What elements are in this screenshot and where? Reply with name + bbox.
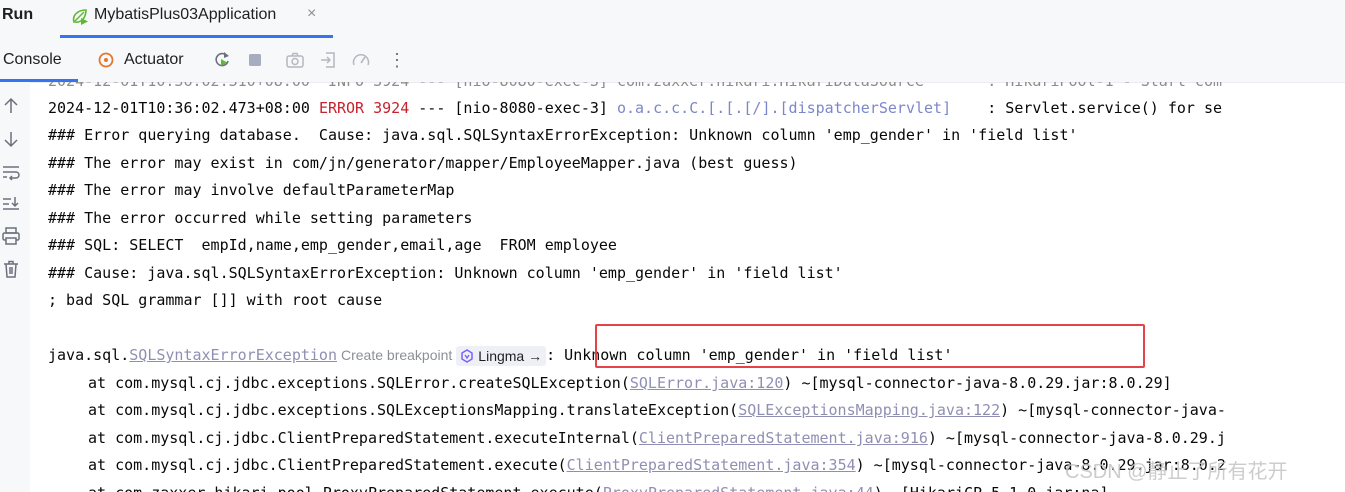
stack-frame-link[interactable]: ClientPreparedStatement.java:354 [567,456,856,474]
stack-frame-link[interactable]: SQLExceptionsMapping.java:122 [738,401,1000,419]
tab-actuator[interactable]: Actuator [124,38,184,82]
console-toolbar: Console Actuator ⋮ [0,38,1345,83]
console-line-partial: 2024-12-01T10:36:02.310+08:00 INFO 3924 … [48,82,1222,92]
stack-frame-jar: ) ~[HikariCP-5.1.0.jar:na] [874,484,1109,492]
watermark: CSDN @静止了所有花开 [1065,461,1288,483]
print-icon[interactable] [1,226,21,246]
lingma-label: Lingma [478,347,525,364]
log-pid: 3924 [364,99,410,117]
log-logger-link[interactable]: o.a.c.c.C.[.[.[/].[dispatcherServlet] [617,99,951,117]
stack-frame: at com.mysql.cj.jdbc.ClientPreparedState… [88,454,1226,476]
tab-run-configuration[interactable]: MybatisPlus03Application × [60,0,333,38]
scroll-to-end-icon[interactable] [1,194,21,214]
up-arrow-icon[interactable] [1,96,21,116]
stack-frame: at com.mysql.cj.jdbc.exceptions.SQLExcep… [88,399,1226,421]
lingma-arrow: → [528,347,543,364]
exception-class-link[interactable]: SQLSyntaxErrorException [129,346,337,364]
console-line: ### The error may exist in com/jn/genera… [48,154,798,172]
console-line: ; bad SQL grammar []] with root cause [48,291,383,309]
console-line: ### Cause: java.sql.SQLSyntaxErrorExcept… [48,264,843,282]
down-arrow-icon[interactable] [1,129,21,149]
exception-package: java.sql. [48,346,130,364]
actuator-icon [98,52,114,68]
exit-icon[interactable] [318,50,338,70]
console-line: ### The error occurred while setting par… [48,209,473,227]
stack-frame-jar: ) ~[mysql-connector-java-8.0.29.j [927,429,1226,447]
log-message: : Servlet.service() for se [951,99,1223,117]
stack-frame-jar: ) ~[mysql-connector-java-8.0.29.jar:8.0.… [783,374,1172,392]
tab-console[interactable]: Console [3,38,62,82]
console-line: ### Error querying database. Cause: java… [48,126,1078,144]
speedometer-icon[interactable] [351,50,371,70]
create-breakpoint-inlay[interactable]: Create breakpoint [337,344,456,366]
trash-icon[interactable] [1,259,21,279]
stack-frame-method: at com.mysql.cj.jdbc.exceptions.SQLError… [88,374,630,392]
tab-label: MybatisPlus03Application [94,6,277,23]
console-line: ### The error may involve defaultParamet… [48,181,455,199]
stack-frame-method: at com.zaxxer.hikari.pool.ProxyPreparedS… [88,484,603,492]
stack-frame: at com.mysql.cj.jdbc.exceptions.SQLError… [88,372,1172,394]
run-tool-window-header: Run MybatisPlus03Application × [0,0,1345,38]
camera-icon[interactable] [285,50,305,70]
more-icon[interactable]: ⋮ [388,38,406,82]
stack-frame-method: at com.mysql.cj.jdbc.ClientPreparedState… [88,456,567,474]
close-icon[interactable]: × [307,5,316,23]
stack-frame-method: at com.mysql.cj.jdbc.ClientPreparedState… [88,429,639,447]
log-timestamp: 2024-12-01T10:36:02.473+08:00 [48,99,319,117]
console-line: ### SQL: SELECT empId,name,emp_gender,em… [48,236,617,254]
console-error-line: 2024-12-01T10:36:02.473+08:00 ERROR 3924… [48,97,1222,119]
spring-boot-run-icon [72,9,88,25]
lingma-button[interactable]: Lingma → [456,345,547,366]
stack-frame-jar: ) ~[mysql-connector-java- [1000,401,1226,419]
soft-wrap-icon[interactable] [1,162,21,182]
stack-frame: at com.mysql.cj.jdbc.ClientPreparedState… [88,427,1226,449]
highlight-annotation-box [595,324,1145,368]
console-output[interactable]: 2024-12-01T10:36:02.310+08:00 INFO 3924 … [30,82,1345,492]
stack-frame-method: at com.mysql.cj.jdbc.exceptions.SQLExcep… [88,401,739,419]
lingma-icon [461,348,474,363]
stack-frame-link[interactable]: SQLError.java:120 [630,374,784,392]
stack-frame-link[interactable]: ProxyPreparedStatement.java:44 [603,484,874,492]
run-title: Run [2,6,34,23]
console-gutter [0,82,30,492]
log-level-error: ERROR [318,99,365,117]
stack-frame: at com.zaxxer.hikari.pool.ProxyPreparedS… [88,482,1109,492]
rerun-icon[interactable] [212,50,232,70]
log-thread: --- [nio-8080-exec-3] [409,99,617,117]
stop-icon[interactable] [245,50,265,70]
stack-frame-link[interactable]: ClientPreparedStatement.java:916 [639,429,928,447]
